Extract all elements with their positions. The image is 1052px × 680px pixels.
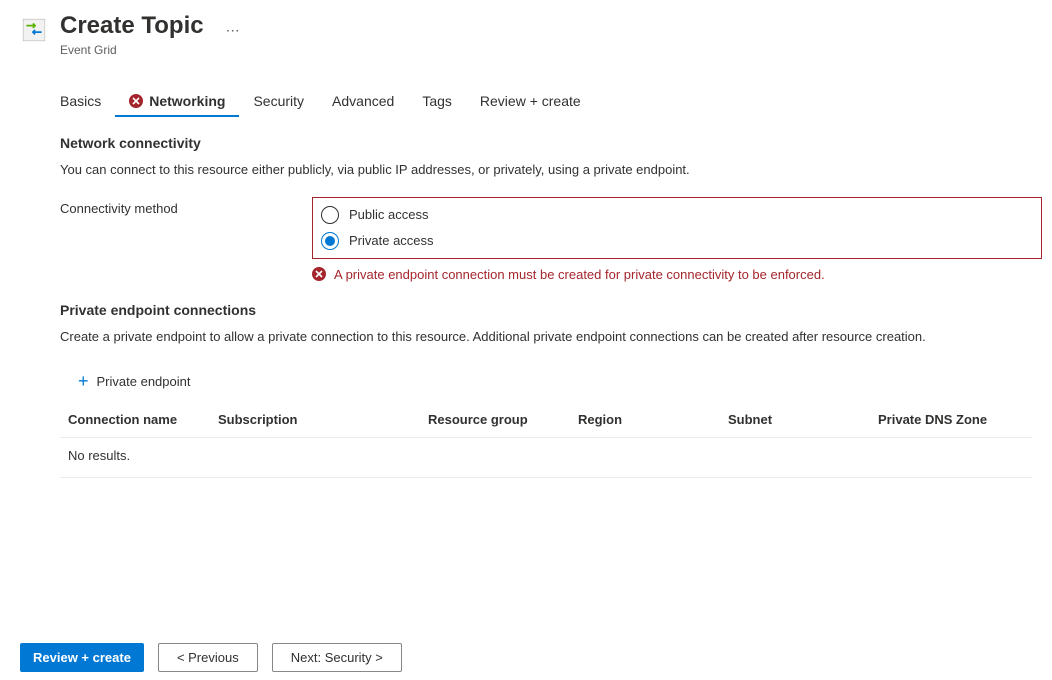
tab-label: Basics <box>60 93 101 109</box>
tab-label: Review + create <box>480 93 581 109</box>
connectivity-method-label: Connectivity method <box>60 197 312 216</box>
col-connection-name: Connection name <box>68 412 218 427</box>
tab-label: Security <box>253 93 304 109</box>
col-private-dns-zone: Private DNS Zone <box>878 412 1032 427</box>
public-access-radio[interactable]: Public access <box>319 202 1035 228</box>
review-create-button[interactable]: Review + create <box>20 643 144 672</box>
connectivity-error-text: A private endpoint connection must be cr… <box>334 267 825 282</box>
tab-tags[interactable]: Tags <box>408 87 466 117</box>
network-connectivity-title: Network connectivity <box>60 135 1042 151</box>
private-endpoint-desc: Create a private endpoint to allow a pri… <box>60 328 1042 346</box>
page-subtitle: Event Grid <box>60 43 204 57</box>
radio-circle-icon <box>321 206 339 224</box>
tab-label: Tags <box>422 93 452 109</box>
page-title: Create Topic <box>60 12 204 41</box>
tab-review-create[interactable]: Review + create <box>466 87 595 117</box>
tab-networking[interactable]: Networking <box>115 87 239 117</box>
plus-icon: + <box>78 372 89 390</box>
radio-circle-selected-icon <box>321 232 339 250</box>
tab-security[interactable]: Security <box>239 87 318 117</box>
col-subscription: Subscription <box>218 412 428 427</box>
eventgrid-icon <box>20 16 48 44</box>
private-access-radio[interactable]: Private access <box>319 228 1035 254</box>
radio-label: Private access <box>349 233 434 248</box>
error-badge-icon <box>129 94 143 108</box>
error-icon <box>312 267 326 281</box>
network-connectivity-desc: You can connect to this resource either … <box>60 161 1042 179</box>
tab-basics[interactable]: Basics <box>60 87 115 117</box>
private-endpoint-table: Connection name Subscription Resource gr… <box>60 404 1032 478</box>
col-subnet: Subnet <box>728 412 878 427</box>
add-private-endpoint-label: Private endpoint <box>97 374 191 389</box>
tab-advanced[interactable]: Advanced <box>318 87 408 117</box>
radio-label: Public access <box>349 207 428 222</box>
connectivity-method-group: Public access Private access <box>312 197 1042 259</box>
private-endpoint-title: Private endpoint connections <box>60 302 1042 318</box>
add-private-endpoint-button[interactable]: + Private endpoint <box>78 364 190 400</box>
col-resource-group: Resource group <box>428 412 578 427</box>
tab-label: Advanced <box>332 93 394 109</box>
tab-bar: Basics Networking Security Advanced Tags… <box>60 87 1042 117</box>
previous-button[interactable]: < Previous <box>158 643 258 672</box>
table-empty-row: No results. <box>60 438 1032 478</box>
more-menu-icon[interactable]: ⋯ <box>226 22 241 39</box>
next-button[interactable]: Next: Security > <box>272 643 402 672</box>
col-region: Region <box>578 412 728 427</box>
tab-label: Networking <box>149 93 225 109</box>
